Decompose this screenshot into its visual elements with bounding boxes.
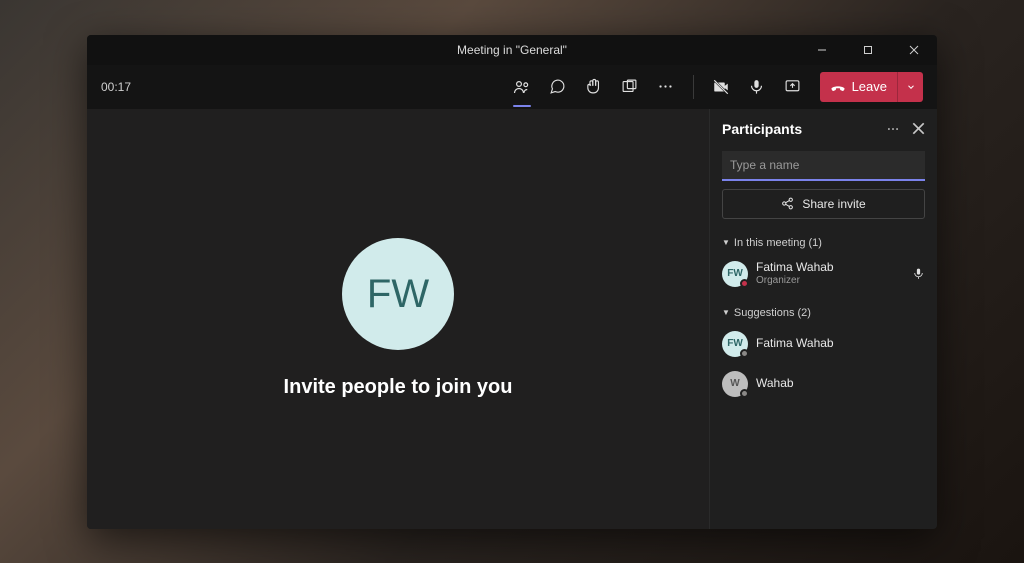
suggestion-info: Wahab: [756, 377, 794, 391]
participant-info: Fatima Wahab Organizer: [756, 261, 834, 286]
panel-more-button[interactable]: [886, 122, 900, 136]
participants-button[interactable]: [505, 70, 539, 104]
chat-icon: [549, 78, 566, 95]
in-meeting-section-head[interactable]: ▼ In this meeting (1): [722, 237, 925, 249]
share-invite-label: Share invite: [802, 197, 865, 211]
mic-indicator: [912, 267, 925, 280]
reactions-button[interactable]: [577, 70, 611, 104]
search-input[interactable]: [722, 151, 925, 181]
meeting-stage: FW Invite people to join you: [87, 109, 709, 529]
close-icon: [912, 122, 925, 135]
meeting-window: Meeting in "General" 00:17: [87, 35, 937, 529]
presence-offline-icon: [740, 349, 749, 358]
more-actions-button[interactable]: [649, 70, 683, 104]
presence-busy-icon: [740, 279, 749, 288]
meeting-toolbar: 00:17: [87, 65, 937, 109]
suggestion-row[interactable]: FW Fatima Wahab: [722, 327, 925, 361]
titlebar: Meeting in "General": [87, 35, 937, 65]
toolbar-icons: Leave: [505, 70, 923, 104]
hangup-icon: [830, 79, 846, 95]
invite-prompt: Invite people to join you: [284, 376, 513, 399]
avatar-initials: FW: [727, 338, 743, 349]
window-controls: [799, 35, 937, 65]
avatar-initials: FW: [367, 272, 429, 317]
self-avatar: FW: [342, 238, 454, 350]
panel-actions: [886, 122, 925, 136]
caret-down-icon: ▼: [722, 308, 730, 317]
suggestions-label: Suggestions (2): [734, 307, 811, 319]
breakout-rooms-button[interactable]: [613, 70, 647, 104]
participant-name: Fatima Wahab: [756, 261, 834, 275]
ellipsis-icon: [657, 78, 674, 95]
suggestion-row[interactable]: W Wahab: [722, 367, 925, 401]
leave-menu-button[interactable]: [897, 72, 923, 102]
caret-down-icon: ▼: [722, 238, 730, 247]
maximize-button[interactable]: [845, 35, 891, 65]
rooms-icon: [621, 78, 638, 95]
chevron-down-icon: [906, 82, 916, 92]
participant-row[interactable]: FW Fatima Wahab Organizer: [722, 257, 925, 291]
avatar: FW: [722, 331, 748, 357]
share-icon: [781, 197, 794, 210]
suggestions-section-head[interactable]: ▼ Suggestions (2): [722, 307, 925, 319]
camera-off-icon: [712, 78, 730, 96]
ellipsis-icon: [886, 122, 900, 136]
share-invite-button[interactable]: Share invite: [722, 189, 925, 219]
share-screen-icon: [784, 78, 801, 95]
suggestion-name: Fatima Wahab: [756, 337, 834, 351]
people-icon: [513, 78, 531, 96]
participants-panel: Participants Share invite: [709, 109, 937, 529]
avatar-initials: FW: [727, 268, 743, 279]
leave-label: Leave: [852, 79, 887, 94]
in-meeting-label: In this meeting (1): [734, 237, 822, 249]
close-button[interactable]: [891, 35, 937, 65]
panel-close-button[interactable]: [912, 122, 925, 136]
panel-title: Participants: [722, 121, 802, 137]
suggestion-info: Fatima Wahab: [756, 337, 834, 351]
leave-main[interactable]: Leave: [820, 79, 897, 95]
toolbar-divider: [693, 75, 694, 99]
avatar: W: [722, 371, 748, 397]
window-title: Meeting in "General": [457, 43, 567, 57]
meeting-body: FW Invite people to join you Participant…: [87, 109, 937, 529]
mic-icon: [748, 78, 765, 95]
leave-button[interactable]: Leave: [820, 72, 923, 102]
camera-button[interactable]: [704, 70, 738, 104]
panel-header: Participants: [722, 121, 925, 137]
participant-role: Organizer: [756, 275, 834, 287]
mic-icon: [912, 267, 925, 280]
mic-button[interactable]: [740, 70, 774, 104]
avatar: FW: [722, 261, 748, 287]
suggestion-name: Wahab: [756, 377, 794, 391]
presence-offline-icon: [740, 389, 749, 398]
raise-hand-icon: [585, 78, 602, 95]
avatar-initials: W: [730, 378, 739, 389]
share-button[interactable]: [776, 70, 810, 104]
minimize-button[interactable]: [799, 35, 845, 65]
chat-button[interactable]: [541, 70, 575, 104]
meeting-timer: 00:17: [101, 80, 131, 94]
